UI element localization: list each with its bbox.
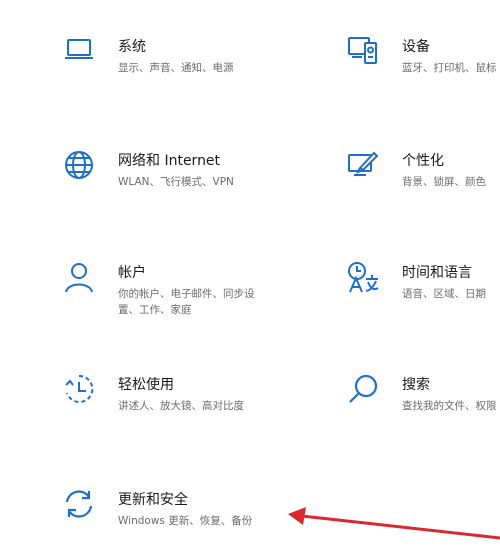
- ease-of-access-icon: [62, 372, 96, 406]
- tile-title: 轻松使用: [118, 377, 174, 393]
- settings-home: 系统 显示、声音、通知、电源 设备 蓝牙、打印机、鼠标 网络和 Internet…: [0, 0, 500, 548]
- tile-title: 更新和安全: [118, 492, 188, 508]
- tile-description: 蓝牙、打印机、鼠标: [402, 62, 497, 74]
- tile-description: WLAN、飞行模式、VPN: [118, 176, 234, 188]
- tile-description: 语音、区域、日期: [402, 288, 486, 300]
- tile-description-line-1: 你的帐户、电子邮件、同步设: [118, 288, 255, 300]
- tile-title: 时间和语言: [402, 265, 472, 281]
- tile-description-line-2: 置、工作、家庭: [118, 304, 192, 316]
- tile-description: 查找我的文件、权限: [402, 400, 497, 412]
- tile-title: 个性化: [402, 153, 444, 169]
- tile-description: 显示、声音、通知、电源: [118, 62, 234, 74]
- devices-icon: [346, 34, 380, 68]
- tile-description: Windows 更新、恢复、备份: [118, 515, 253, 527]
- tile-title: 网络和 Internet: [118, 153, 221, 169]
- tile-title: 系统: [118, 39, 146, 55]
- tile-title: 设备: [402, 39, 430, 55]
- search-icon: [346, 372, 380, 406]
- tile-title: 搜索: [402, 377, 430, 393]
- tile-title: 帐户: [118, 265, 146, 281]
- monitor-icon: [62, 34, 96, 68]
- time-language-icon: [346, 260, 380, 294]
- tile-description: 背景、锁屏、颜色: [402, 176, 486, 188]
- person-icon: [62, 260, 96, 294]
- tile-description: 讲述人、放大镜、高对比度: [118, 400, 244, 412]
- globe-icon: [62, 148, 96, 182]
- sync-icon: [62, 487, 96, 521]
- personalization-icon: [346, 148, 380, 182]
